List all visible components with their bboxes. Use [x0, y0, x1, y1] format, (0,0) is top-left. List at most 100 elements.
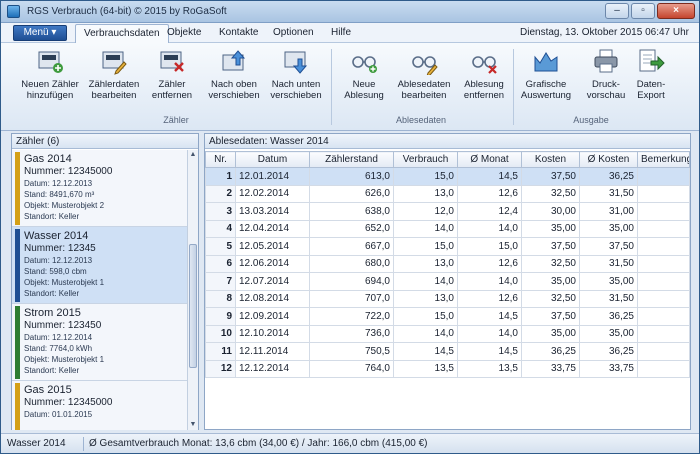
table-row[interactable]: 4 12.04.2014 652,0 14,0 14,0 35,00 35,00 [205, 219, 690, 238]
readings-panel: Ablesedaten: Wasser 2014 Nr. Datum Zähle… [204, 133, 691, 430]
cell-avg-kosten: 31,50 [579, 254, 638, 273]
cell-datum: 12.12.2014 [235, 359, 310, 378]
table-row[interactable]: 1 12.01.2014 613,0 15,0 14,5 37,50 36,25 [205, 167, 690, 186]
cell-verbrauch: 15,0 [393, 237, 458, 256]
cell-avg-kosten: 35,00 [579, 272, 638, 291]
col-header-datum[interactable]: Datum [235, 151, 310, 168]
move-down-button[interactable]: Nach unten verschieben [263, 47, 329, 109]
maximize-button[interactable]: ▫ [631, 3, 655, 19]
cell-verbrauch: 13,0 [393, 289, 458, 308]
new-reading-button[interactable]: Neue Ablesung [331, 47, 397, 109]
cell-avg-kosten: 35,00 [579, 219, 638, 238]
tab-verbrauchsdaten[interactable]: Verbrauchsdaten [75, 24, 169, 43]
meter-reading: Stand: 7764,0 kWh [24, 344, 93, 353]
table-row[interactable]: 12 12.12.2014 764,0 13,5 13,5 33,75 33,75 [205, 359, 690, 378]
move-up-button[interactable]: Nach oben verschieben [201, 47, 267, 109]
table-row[interactable]: 3 13.03.2014 638,0 12,0 12,4 30,00 31,00 [205, 202, 690, 221]
table-row[interactable]: 2 12.02.2014 626,0 13,0 12,6 32,50 31,50 [205, 184, 690, 203]
data-export-button[interactable]: Daten- Export [625, 47, 677, 109]
table-row[interactable]: 5 12.05.2014 667,0 15,0 15,0 37,50 37,50 [205, 237, 690, 256]
cell-avg-kosten: 31,50 [579, 184, 638, 203]
tab-hilfe[interactable]: Hilfe [331, 27, 351, 38]
scrollbar-thumb[interactable] [189, 244, 197, 368]
edit-meter-button[interactable]: Zählerdaten bearbeiten [81, 47, 147, 109]
meter-color-stripe [15, 306, 20, 379]
meter-date: Datum: 12.12.2013 [24, 179, 93, 188]
remove-meter-button[interactable]: Zähler entfernen [139, 47, 205, 109]
cell-nr: 8 [205, 289, 236, 308]
chart-button[interactable]: Grafische Auswertung [513, 47, 579, 109]
cell-verbrauch: 13,5 [393, 359, 458, 378]
col-header-zaehlerstand[interactable]: Zählerstand [309, 151, 394, 168]
meter-name: Wasser 2014 [24, 230, 89, 242]
table-row[interactable]: 9 12.09.2014 722,0 15,0 14,5 37,50 36,25 [205, 307, 690, 326]
cell-zaehlerstand: 626,0 [309, 184, 394, 203]
table-row[interactable]: 10 12.10.2014 736,0 14,0 14,0 35,00 35,00 [205, 324, 690, 343]
meter-location: Standort: Keller [24, 366, 80, 375]
cell-verbrauch: 14,0 [393, 324, 458, 343]
cell-avg-month: 14,5 [457, 342, 522, 361]
close-button[interactable]: × [657, 3, 695, 19]
table-row[interactable]: 6 12.06.2014 680,0 13,0 12,6 32,50 31,50 [205, 254, 690, 273]
meter-color-stripe [15, 152, 20, 225]
cell-avg-month: 14,5 [457, 307, 522, 326]
meter-list-panel: Zähler (6) Gas 2014 Nummer: 12345000 Dat… [11, 133, 199, 430]
col-header-avg-kosten[interactable]: Ø Kosten [579, 151, 638, 168]
edit-reading-button[interactable]: Ablesedaten bearbeiten [391, 47, 457, 109]
edit-meter-icon [102, 51, 127, 75]
meter-card-wasser-2014[interactable]: Wasser 2014 Nummer: 12345 Datum: 12.12.2… [12, 227, 188, 304]
minimize-button[interactable]: – [605, 3, 629, 19]
cell-bemerkung [637, 254, 690, 273]
meter-card-gas-2014[interactable]: Gas 2014 Nummer: 12345000 Datum: 12.12.2… [12, 150, 188, 227]
cell-datum: 13.03.2014 [235, 202, 310, 221]
cell-kosten: 30,00 [521, 202, 580, 221]
move-up-label: Nach oben verschieben [208, 79, 260, 101]
tab-objekte[interactable]: Objekte [167, 27, 201, 38]
table-row[interactable]: 11 12.11.2014 750,5 14,5 14,5 36,25 36,25 [205, 342, 690, 361]
cell-avg-kosten: 31,00 [579, 202, 638, 221]
cell-verbrauch: 14,0 [393, 272, 458, 291]
col-header-avg-month[interactable]: Ø Monat [457, 151, 522, 168]
meter-card-strom-2015[interactable]: Strom 2015 Nummer: 123450 Datum: 12.12.2… [12, 304, 188, 381]
cell-avg-month: 15,0 [457, 237, 522, 256]
cell-kosten: 37,50 [521, 237, 580, 256]
meter-number: Nummer: 12345000 [24, 397, 113, 408]
remove-reading-label: Ablesung entfernen [463, 79, 505, 101]
cell-zaehlerstand: 667,0 [309, 237, 394, 256]
col-header-kosten[interactable]: Kosten [521, 151, 580, 168]
status-meter: Wasser 2014 [7, 438, 66, 449]
cell-zaehlerstand: 652,0 [309, 219, 394, 238]
meter-reading: Stand: 8491,670 m³ [24, 190, 95, 199]
cell-bemerkung [637, 324, 690, 343]
remove-reading-button[interactable]: Ablesung entfernen [451, 47, 517, 109]
meter-number: Nummer: 123450 [24, 320, 102, 331]
tab-optionen[interactable]: Optionen [273, 27, 314, 38]
col-header-verbrauch[interactable]: Verbrauch [393, 151, 458, 168]
cell-nr: 12 [205, 359, 236, 378]
main-menu-button[interactable]: Menü ▾ [13, 25, 67, 41]
group-label-ausgabe: Ausgabe [573, 115, 609, 125]
cell-nr: 6 [205, 254, 236, 273]
cell-datum: 12.06.2014 [235, 254, 310, 273]
col-header-bemerkung[interactable]: Bemerkung [637, 151, 690, 168]
meter-list: Gas 2014 Nummer: 12345000 Datum: 12.12.2… [12, 150, 188, 430]
cell-verbrauch: 12,0 [393, 202, 458, 221]
col-header-nr[interactable]: Nr. [205, 151, 236, 168]
meter-list-scrollbar[interactable]: ▲ ▼ [187, 150, 198, 430]
table-row[interactable]: 7 12.07.2014 694,0 14,0 14,0 35,00 35,00 [205, 272, 690, 291]
table-row[interactable]: 8 12.08.2014 707,0 13,0 12,6 32,50 31,50 [205, 289, 690, 308]
status-bar: Wasser 2014 Ø Gesamtverbrauch Monat: 13,… [1, 433, 699, 453]
table-header-row: Nr. Datum Zählerstand Verbrauch Ø Monat … [205, 151, 690, 168]
add-meter-button[interactable]: Neuen Zähler hinzufügen [17, 47, 83, 109]
cell-avg-month: 13,5 [457, 359, 522, 378]
cell-avg-kosten: 35,00 [579, 324, 638, 343]
edit-meter-label: Zählerdaten bearbeiten [88, 79, 140, 101]
scroll-up-icon[interactable]: ▲ [188, 150, 198, 160]
scroll-down-icon[interactable]: ▼ [188, 420, 198, 430]
cell-avg-month: 14,0 [457, 324, 522, 343]
arrow-down-icon [284, 51, 308, 74]
meter-number: Nummer: 12345000 [24, 166, 113, 177]
cell-verbrauch: 14,0 [393, 219, 458, 238]
meter-card-gas-2015[interactable]: Gas 2015 Nummer: 12345000 Datum: 01.01.2… [12, 381, 188, 430]
tab-kontakte[interactable]: Kontakte [219, 27, 258, 38]
